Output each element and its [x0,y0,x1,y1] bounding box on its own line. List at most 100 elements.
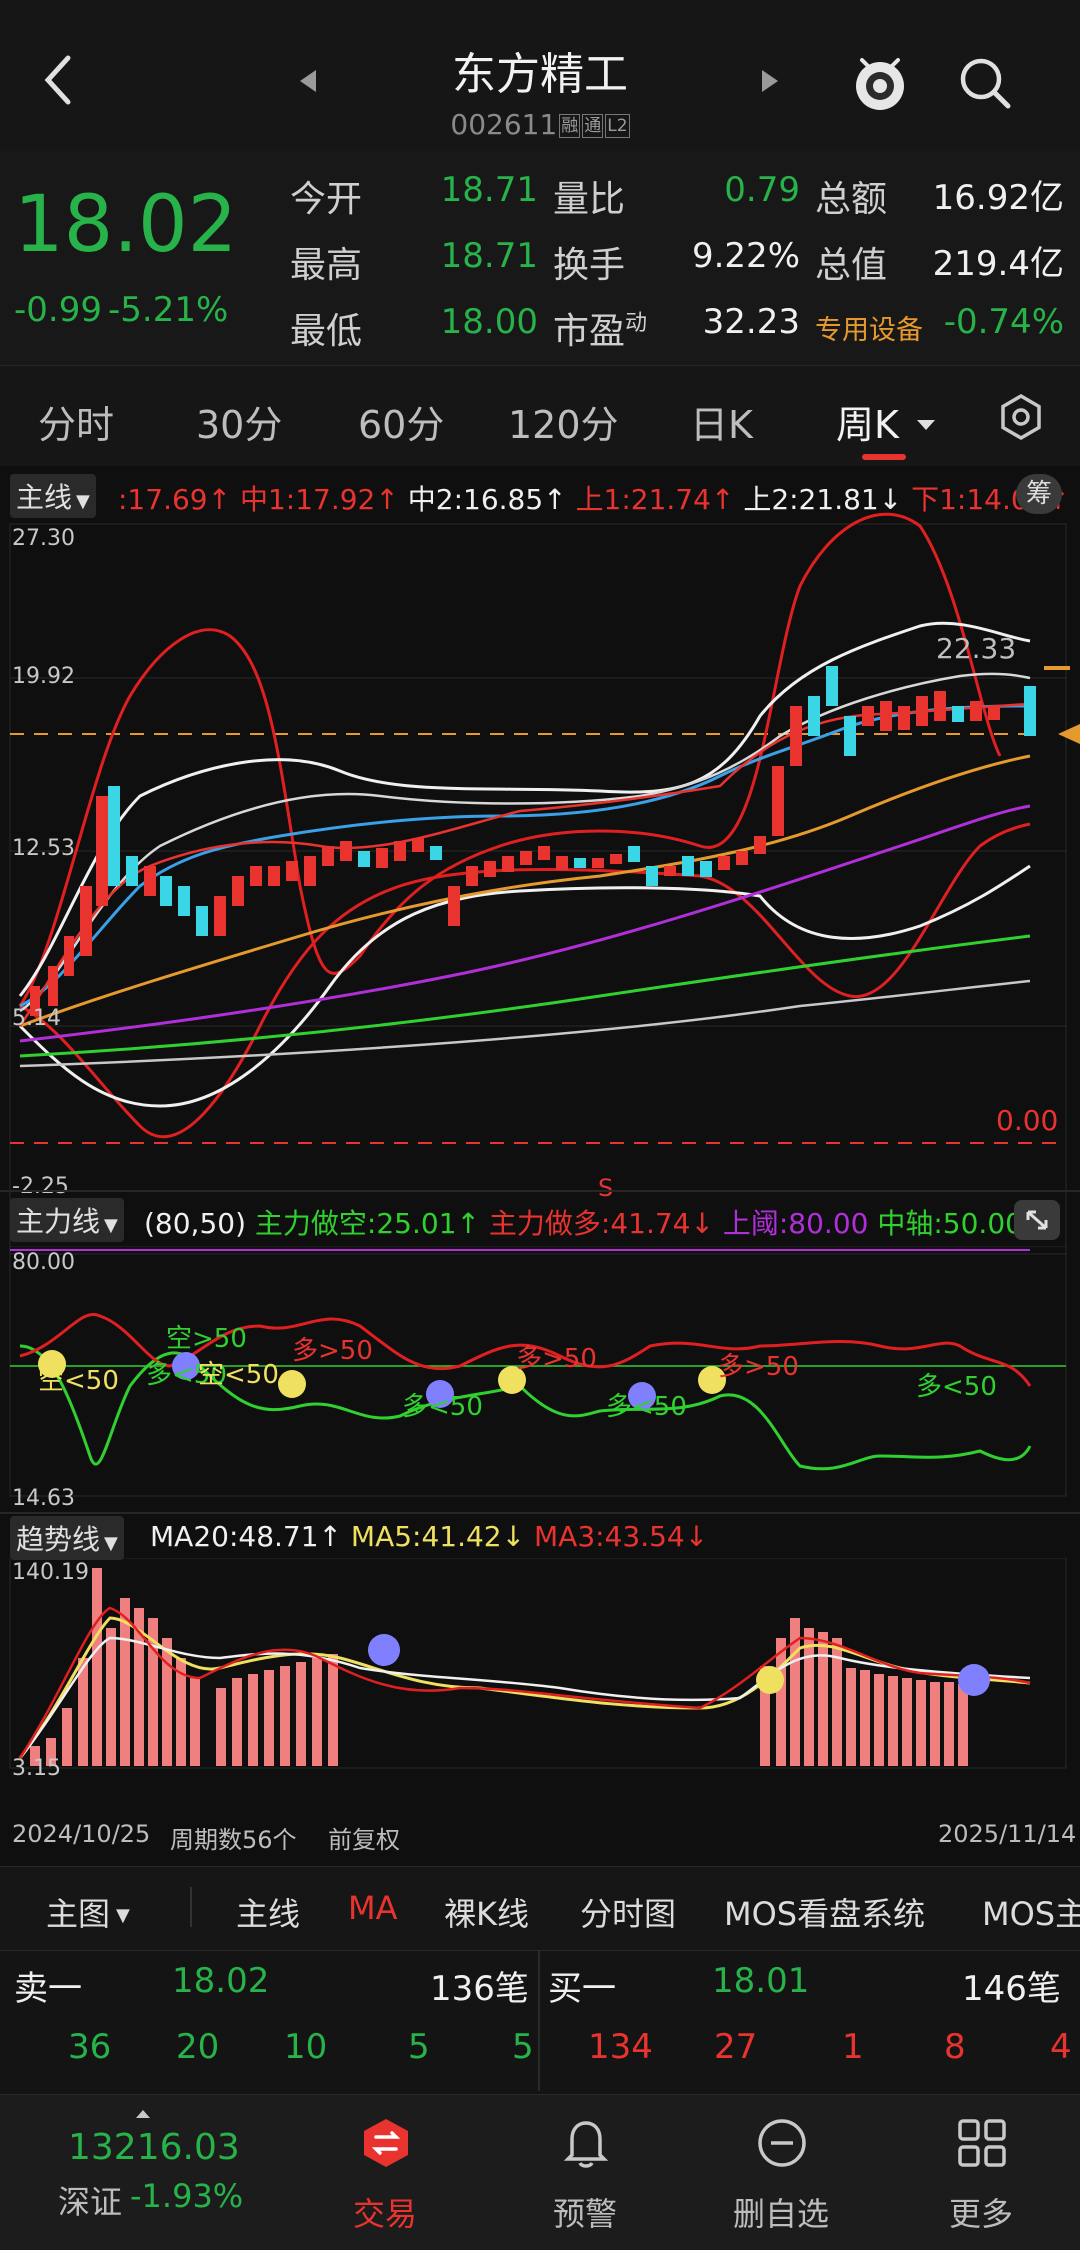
sub-tab-mos-system[interactable]: MOS看盘系统 [724,1889,925,1935]
sell-queue-1: 36 [68,2027,112,2067]
sub-tab-main-line[interactable]: 主线 [236,1889,300,1935]
power-signal-9: 多>50 [718,1352,799,1382]
main-y3-label: 12.53 [12,836,75,861]
amount-value: 16.92亿 [932,178,1064,218]
sub-tab-ma[interactable]: MA [348,1889,398,1927]
index-change: -1.93% [130,2177,244,2215]
price-change-pct: -5.21% [108,290,229,330]
price-change: -0.99 [14,290,102,330]
buy-queue-3: 1 [842,2027,864,2067]
search-icon[interactable] [956,54,1016,114]
trend-indicator-selector[interactable]: 趋势线 ▼ [10,1516,124,1560]
nav-alert-label: 预警 [552,2195,617,2233]
chart-footer-info: 2024/10/25 周期数56个 前复权 2025/11/14 [0,1816,1080,1856]
open-label: 今开 [290,179,363,220]
buy-queue-1: 134 [588,2027,653,2067]
vol-ratio-value: 0.79 [724,170,800,210]
tab-daily[interactable]: 日K [690,394,753,449]
high-value: 18.71 [440,236,538,276]
sub-tab-mos-main[interactable]: MOS主 [982,1889,1080,1935]
power-signal-6: 多<50 [402,1392,483,1422]
nav-trade-label: 交易 [352,2195,417,2233]
price-adjust: 前复权 [328,1826,400,1854]
main-ymax-label: 27.30 [12,526,75,551]
power-signal-3: 空>50 [166,1324,247,1354]
power-ymax-label: 80.00 [12,1250,75,1275]
power-signal-8: 多<50 [606,1392,687,1422]
trend-ymin-label: 3.15 [12,1756,61,1781]
settings-icon[interactable] [996,392,1046,442]
expand-icon[interactable] [1014,1200,1060,1240]
power-upper-threshold: 上阈:80.00 [722,1207,869,1240]
index-name: 深证 [58,2183,123,2221]
caret-down-icon: ▼ [104,1533,118,1554]
robot-icon[interactable] [848,50,912,114]
sub-tab-bare-k[interactable]: 裸K线 [444,1889,529,1935]
power-signal-7: 多>50 [516,1344,597,1374]
kline-chart-area[interactable]: 主线 ▼ :17.69↑ 中1:17.92↑ 中2:16.85↑ 上1:21.74… [0,466,1080,1866]
tab-60min[interactable]: 60分 [358,394,444,449]
tab-intraday[interactable]: 分时 [38,394,114,449]
nav-more-label: 更多 [948,2195,1013,2233]
tab-weekly-label: 周K [836,403,899,447]
main-chart-selector-label: 主图 [46,1895,111,1933]
turnover-value: 9.22% [691,236,800,276]
power-params: (80,50) [144,1207,247,1240]
index-value: 13216.03 [68,2127,240,2168]
amount-label: 总额 [815,179,888,220]
minus-circle-icon [756,2117,808,2169]
stock-code-row: 002611 融通 L2 [0,108,1080,141]
nav-remove-watchlist[interactable]: 删自选 [716,2095,846,2250]
power-ymin-label: 14.63 [12,1486,75,1511]
tab-weekly[interactable]: 周K [836,394,937,449]
nav-alert[interactable]: 预警 [520,2095,650,2250]
tab-30min[interactable]: 30分 [196,394,282,449]
caret-down-icon: ▼ [104,1215,118,1236]
period-tabs: 分时 30分 60分 120分 日K 周K [0,365,1080,467]
power-signal-1: 空<50 [38,1366,119,1396]
main-ymin-label: -2.25 [12,1174,69,1199]
trend-panel-divider [0,1512,1080,1514]
stock-code: 002611 [450,108,558,141]
start-date: 2024/10/25 [12,1820,151,1848]
header-bar: 东方精工 002611 融通 L2 [0,0,1080,150]
main-chart-sub-tabs: 主图 ▼ 主线 MA 裸K线 分时图 MOS看盘系统 MOS主 [0,1866,1080,1951]
pe-label: 市盈动 [553,302,647,354]
trend-ma3: MA3:43.54↓ [534,1520,709,1553]
level2-tag: L2 [605,114,630,138]
sub-tab-intraday[interactable]: 分时图 [580,1889,676,1935]
last-price: 18.02 [14,180,238,270]
trend-indicator-label: 趋势线 [16,1523,101,1556]
sell-signal-marker: S [598,1174,614,1202]
power-indicator-selector[interactable]: 主力线 ▼ [10,1198,124,1242]
power-short-value: 主力做空:25.01↑ [254,1207,480,1240]
open-value: 18.71 [440,170,538,210]
power-chart-plot [9,1246,1067,1497]
caret-up-icon [134,2105,152,2124]
power-indicator-label: 主力线 [16,1205,101,1238]
sell1-price: 18.02 [172,1961,270,2001]
nav-more[interactable]: 更多 [916,2095,1046,2250]
next-stock-icon[interactable] [758,66,782,96]
low-label: 最低 [290,311,363,352]
sell1-count: 136笔 [430,1969,529,2009]
power-signal-10: 多<50 [916,1372,997,1402]
sector-label[interactable]: 专用设备 [815,308,923,347]
mcap-value: 219.4亿 [932,244,1064,284]
sell-queue-2: 20 [176,2027,220,2067]
buy1-label: 买一 [548,1969,616,2009]
tab-120min[interactable]: 120分 [508,394,619,449]
pe-label-sup: 动 [625,311,648,336]
bottom-nav: 13216.03 深证 -1.93% 交易 预警 删自选 更多 [0,2094,1080,2250]
sell-queue-3: 10 [284,2027,328,2067]
trend-ma5: MA5:41.42↓ [350,1520,526,1553]
candlesticks [30,666,1036,1016]
power-signal-5: 多>50 [292,1336,373,1366]
index-ticker[interactable]: 13216.03 深证 -1.93% [0,2095,250,2250]
high-label: 最高 [290,245,363,286]
power-long-value: 主力做多:41.74↓ [488,1207,714,1240]
main-chart-selector[interactable]: 主图 ▼ [46,1889,130,1935]
turnover-label: 换手 [553,245,626,286]
chevron-down-icon [915,397,937,441]
nav-trade[interactable]: 交易 [320,2095,450,2250]
